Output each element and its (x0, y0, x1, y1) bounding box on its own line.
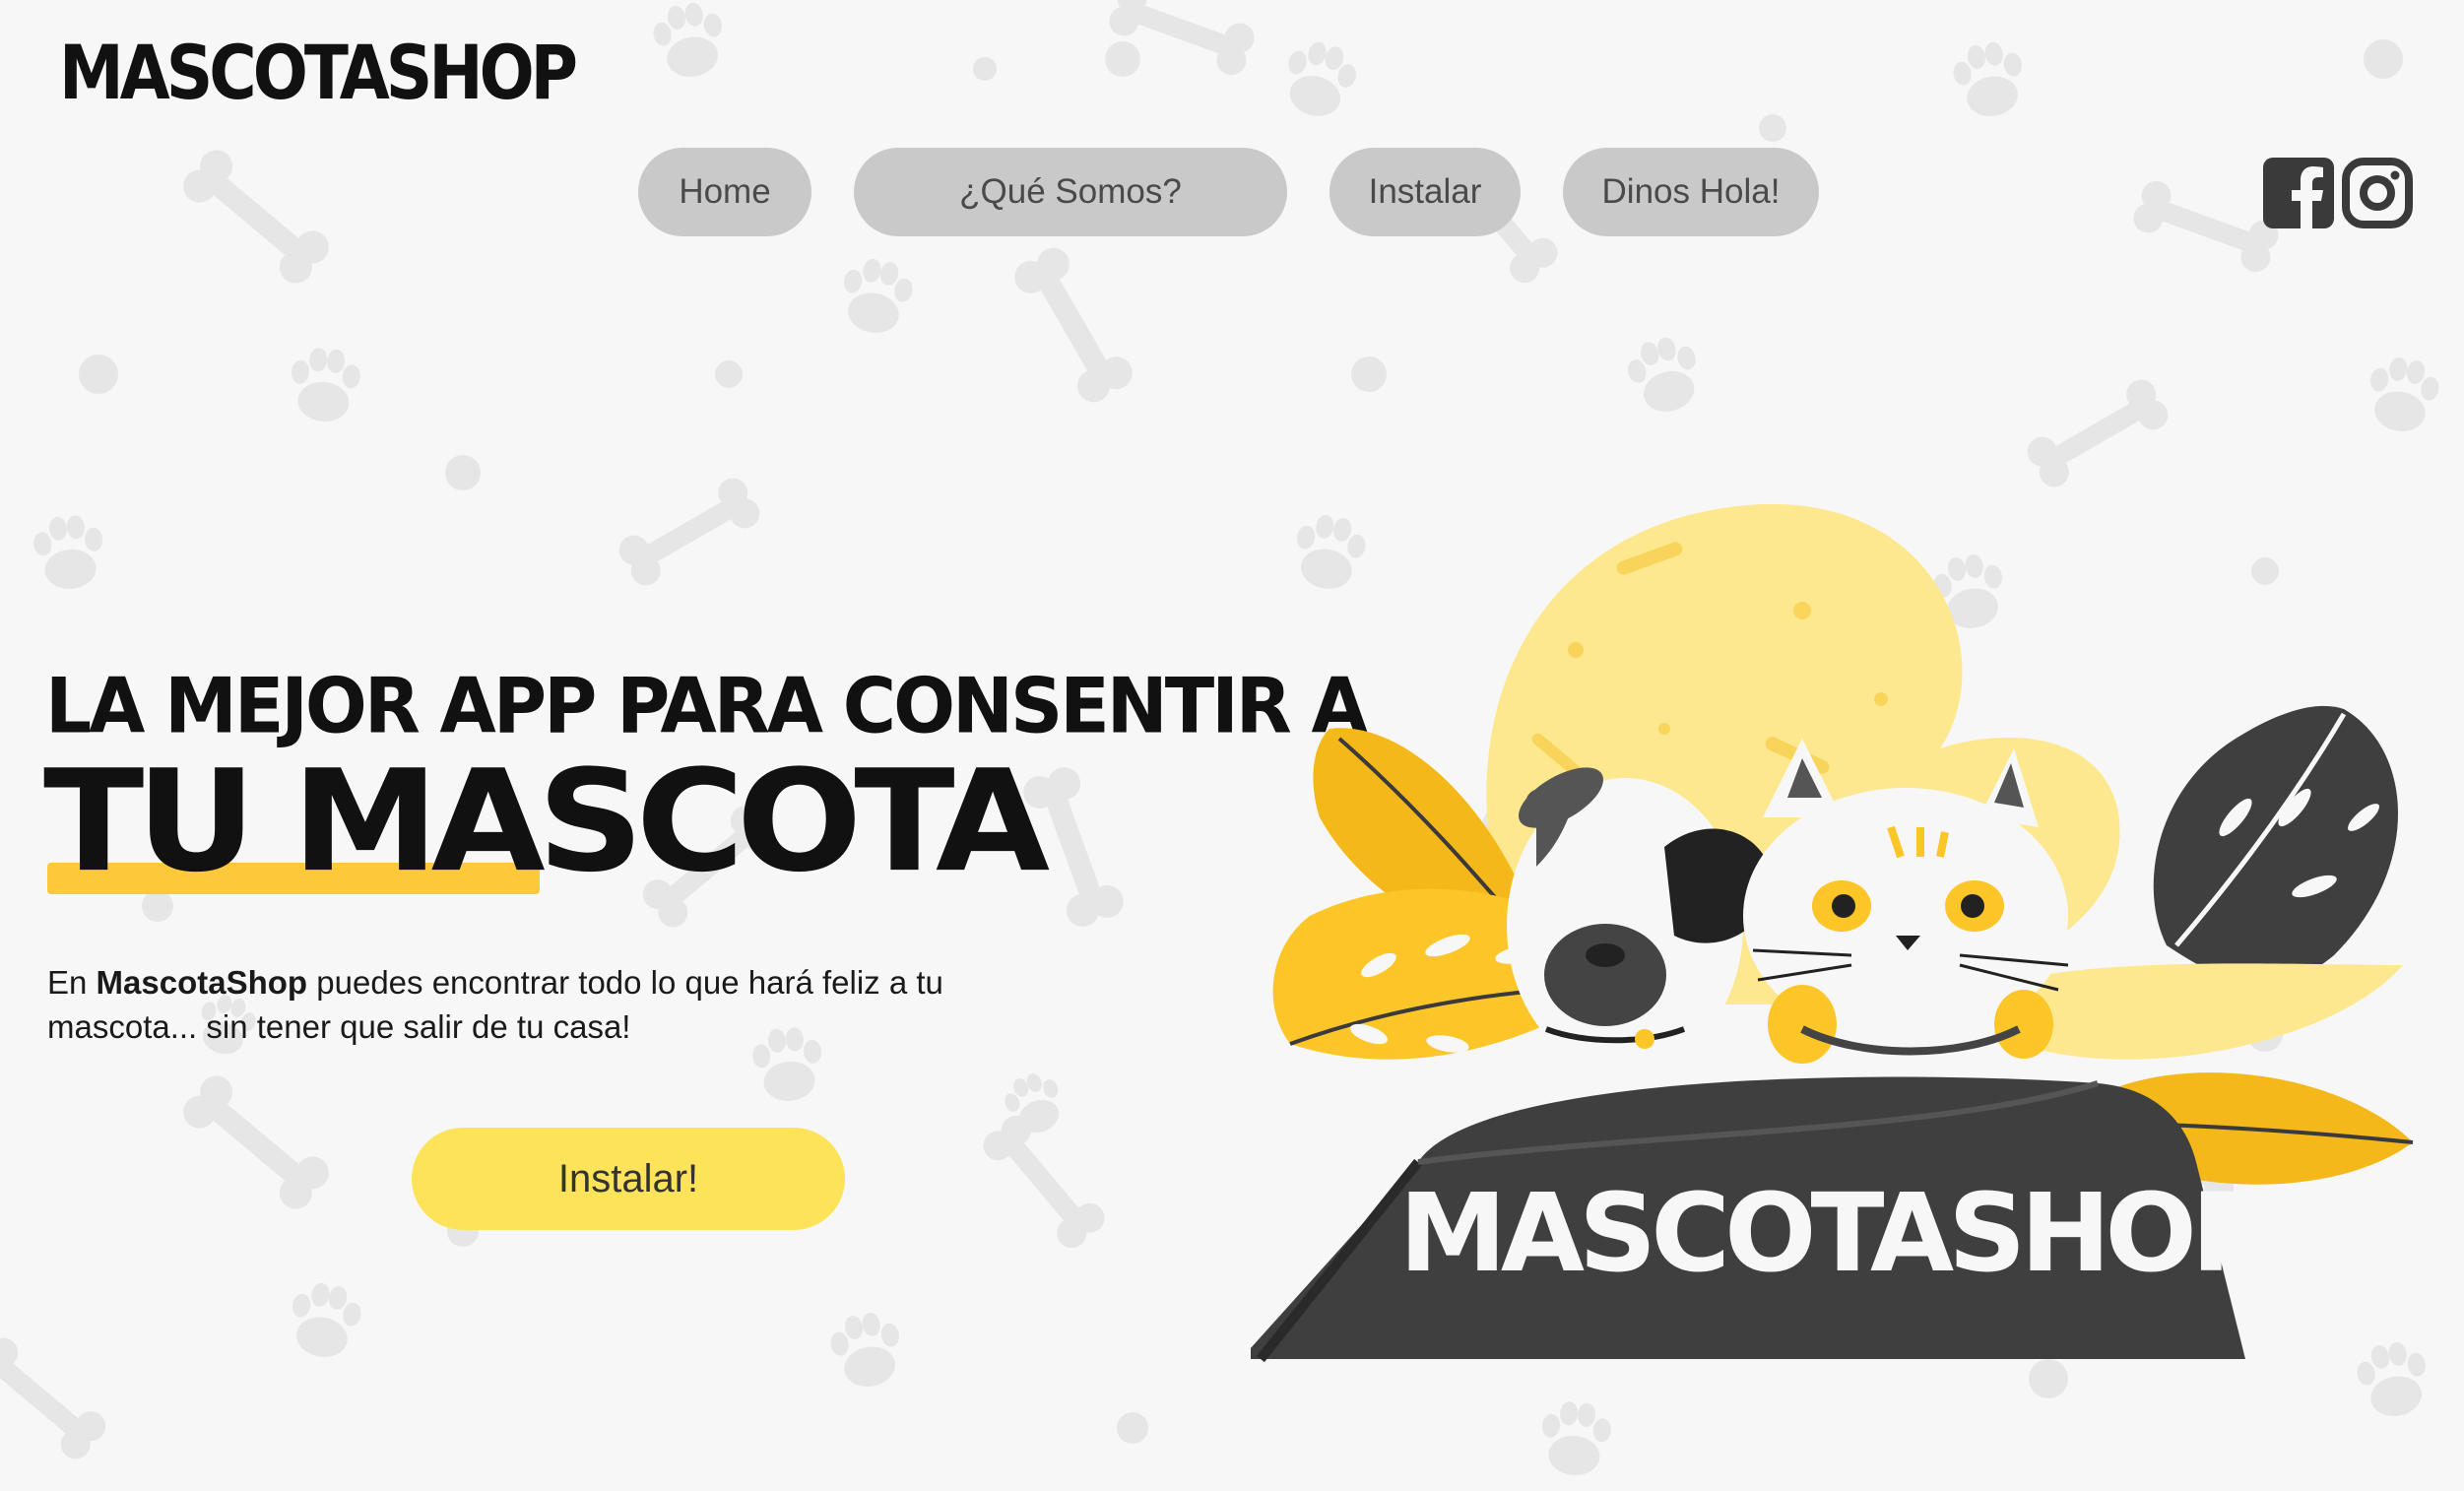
nav-home-button[interactable]: Home (638, 148, 811, 236)
paw-print (1288, 41, 1356, 116)
pattern-dot (973, 57, 997, 81)
pattern-dot (2364, 39, 2403, 79)
pattern-dot (1117, 1412, 1148, 1444)
facebook-icon[interactable] (2263, 158, 2334, 228)
paw-print (33, 515, 103, 589)
pattern-dot (1759, 114, 1786, 142)
paw-print (1953, 41, 2022, 116)
instagram-icon[interactable] (2342, 158, 2413, 228)
hero-illustration: MASCOTASHOP (1251, 503, 2414, 1363)
nav-que-somos-button[interactable]: ¿Qué Somos? (854, 148, 1287, 236)
pattern-dot (1351, 357, 1387, 392)
pattern-dot (445, 455, 481, 490)
bowl-sign-text: MASCOTASHOP (1398, 1170, 2266, 1296)
description-brand: MascotaShop (96, 964, 308, 1001)
paw-print (292, 1282, 361, 1357)
paw-print (1628, 337, 1696, 412)
bone-shape (183, 1075, 329, 1209)
pattern-dot (715, 360, 743, 388)
install-cta-button[interactable]: Instalar! (412, 1128, 845, 1230)
hero-headline-line2: TU MASCOTA (43, 741, 1050, 904)
description-prefix: En (47, 964, 97, 1001)
bone-shape (618, 478, 760, 586)
paw-print (844, 258, 913, 333)
site-logo[interactable]: MASCOTASHOP (59, 30, 578, 117)
paw-print (653, 2, 722, 77)
paw-print (291, 348, 360, 421)
bone-shape (2027, 379, 2169, 487)
hero-headline-line1: LA MEJOR APP PARA CONSENTIR A (45, 662, 1368, 751)
bone-shape (0, 1337, 106, 1459)
bone-shape (1014, 247, 1133, 403)
pattern-dot (1105, 41, 1140, 77)
nav-dinos-hola-button[interactable]: Dinos Hola! (1563, 148, 1819, 236)
main-nav: Home ¿Qué Somos? Instalar Dinos Hola! (0, 148, 2464, 236)
pattern-dot (79, 355, 118, 394)
nav-instalar-button[interactable]: Instalar (1329, 148, 1521, 236)
paw-print (2370, 357, 2439, 431)
hero-description: En MascotaShop puedes encontrar todo lo … (47, 960, 1012, 1049)
paw-print (830, 1312, 899, 1387)
